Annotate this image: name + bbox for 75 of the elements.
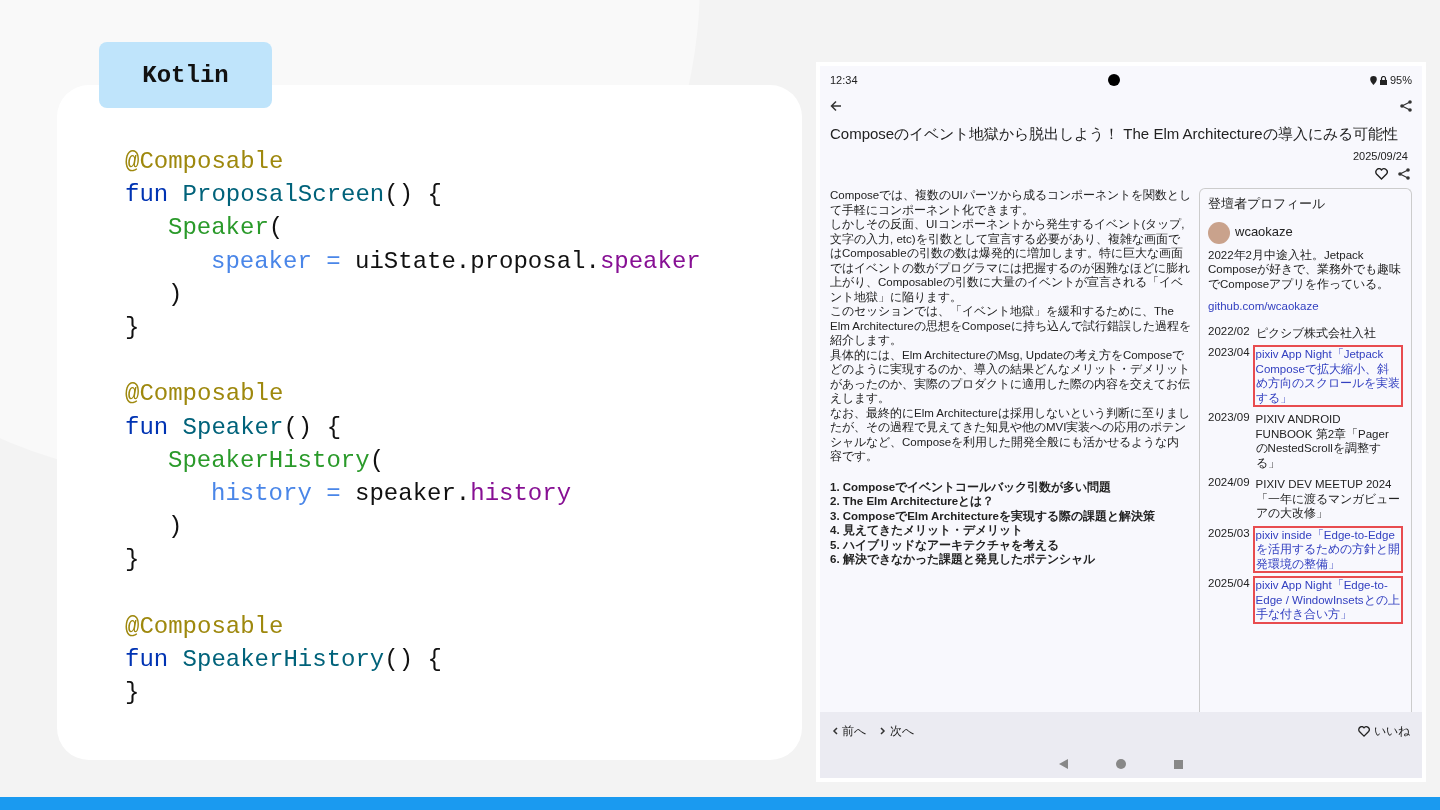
code-token: ) (168, 513, 183, 541)
github-link[interactable]: github.com/wcaokaze (1208, 299, 1403, 314)
history-entry[interactable]: pixiv inside「Edge-to-Edgeを活用するための方針と開発環境の整備」 (1252, 525, 1403, 573)
session-date: 2025/09/24 (1351, 149, 1409, 162)
code-token: @Composable (125, 612, 284, 640)
agenda-item: 4. 見えてきたメリット・デメリット (830, 523, 1024, 538)
heart-icon (1358, 725, 1370, 737)
previous-button[interactable]: 前へ (832, 723, 866, 739)
code-token: } (125, 314, 140, 341)
code-token: } (125, 546, 140, 574)
code-token: ( (268, 214, 284, 242)
code-token: Speaker (182, 413, 284, 441)
like-button[interactable]: いいね (1358, 723, 1410, 739)
chevron-left-icon (832, 727, 838, 735)
history-entry[interactable]: pixiv App Night「Edge-to-Edge / WindowInsetsとの上手な付き合い方」 (1252, 576, 1403, 624)
agenda-item: 2. The Elm Architectureとは？ (830, 494, 996, 509)
history-entry[interactable]: pixiv App Night「Jetpack Composeで拡大縮小、斜め方向のスクロールを実装する」 (1252, 345, 1403, 407)
description-paragraph: このセッションでは、「イベント地獄」を緩和するために、The Elm Architectureの思想をComposeに持ち込んで試行錯誤した過程を紹介します。 (830, 304, 1191, 348)
history-date: 2022/02 (1208, 323, 1250, 339)
share-icon[interactable] (1398, 168, 1410, 180)
camera-dot-icon (1107, 74, 1120, 86)
back-triangle-icon[interactable] (1059, 759, 1068, 769)
code-token: uiState.proposal. (355, 247, 600, 275)
battery-percent: 95% (1389, 74, 1412, 86)
code-token: () { (384, 181, 442, 209)
heart-icon[interactable] (1375, 168, 1388, 180)
code-token: fun (125, 413, 170, 441)
speaker-bio: 2022年2月中途入社。Jetpack Composeが好きで、業務外でも趣味でComposeアプリを作っている。 (1208, 247, 1403, 291)
agenda-item: 5. ハイブリッドなアーキテクチャを考える (830, 537, 1060, 552)
code-token: } (125, 679, 140, 707)
code-token: ) (168, 280, 183, 308)
profile-heading: 登壇者プロフィール (1208, 197, 1326, 212)
next-button[interactable]: 次へ (880, 723, 914, 739)
avatar-placeholder (1208, 221, 1230, 244)
code-token: ( (369, 446, 385, 474)
code-token: fun (125, 646, 170, 673)
agenda-item: 1. Composeでイベントコールバック引数が多い問題 (830, 479, 1113, 494)
description-paragraph: 具体的には、Elm ArchitectureのMsg, Updateの考え方をComposeでどのように実現するのか、導入の結果どんなメリット・デメリットがあったのか、実際のプロダクトに適用した際の内容を交えてお伝えします。 (830, 347, 1191, 406)
location-pin-icon (1369, 75, 1377, 85)
history-entry: PIXIV DEV MEETUP 2024「一年に渡るマンガビューアの大改修」 (1254, 477, 1401, 521)
history-entry: PIXIV ANDROID FUNBOOK 第2章「PagerのNestedScrollを調整する」 (1254, 412, 1390, 471)
description-paragraph: Composeでは、複数のUIパーツから成るコンポーネントを関数として手軽にコンポーネント化できます。 (830, 188, 1191, 217)
code-token: @Composable (125, 380, 284, 408)
code-token: @Composable (125, 148, 284, 175)
history-date: 2024/09 (1208, 475, 1250, 490)
history-date: 2025/03 (1208, 525, 1250, 541)
share-icon[interactable] (1400, 100, 1412, 112)
speaker-name: wcaokaze (1235, 225, 1293, 240)
code-token: fun (125, 181, 170, 209)
code-token: history (470, 480, 572, 507)
recents-square-icon[interactable] (1174, 759, 1183, 769)
home-circle-icon[interactable] (1116, 759, 1126, 769)
chevron-right-icon (880, 727, 886, 735)
lock-icon (1379, 75, 1387, 85)
code-token: history = (211, 480, 342, 507)
back-arrow-icon[interactable] (830, 100, 842, 112)
code-token: () { (384, 646, 442, 673)
history-date: 2023/09 (1208, 410, 1250, 425)
history-entry: ピクシブ株式会社入社 (1254, 325, 1377, 341)
code-token: ProposalScreen (182, 181, 385, 209)
code-token: speaker (599, 247, 701, 275)
status-time: 12:34 (830, 74, 858, 86)
code-token: () { (283, 413, 342, 441)
agenda-item: 3. ComposeでElm Architectureを実現する際の課題と解決策 (830, 508, 1156, 523)
code-token: speaker = (211, 247, 342, 275)
session-title: Composeのイベント地獄から脱出しよう！ The Elm Architectureの導入にみる可能性 (829, 124, 1399, 144)
description-paragraph: なお、最終的にElm Architectureは採用しないという判断に至りましたが、その過程で見えてきた知見や他のMVI実装への応用のポテンシャルなど、Composeを利用した開発全般にも活かせるような内容です。 (830, 405, 1191, 464)
code-token: Speaker (168, 214, 269, 242)
history-date: 2023/04 (1208, 345, 1250, 360)
agenda-item: 6. 解決できなかった課題と発見したポテンシャル (830, 552, 1096, 567)
code-token: speaker. (355, 480, 471, 507)
code-token: SpeakerHistory (182, 646, 385, 673)
description-paragraph: しかしその反面、UIコンポーネントから発生するイベント(タップ, 文字の入力, etc)を引数として宣言する必要があり、複雑な画面ではComposableの引数の数は爆発的に増加します。特に巨大な画面ではイベントの数がプログラマには把握するのが困難なほどに膨れ上がり、Composableの引数に大量のイベントが宣言される「イベント地獄」に陥ります。 (830, 217, 1191, 304)
history-date: 2025/04 (1208, 576, 1250, 591)
code-token: SpeakerHistory (168, 446, 370, 474)
